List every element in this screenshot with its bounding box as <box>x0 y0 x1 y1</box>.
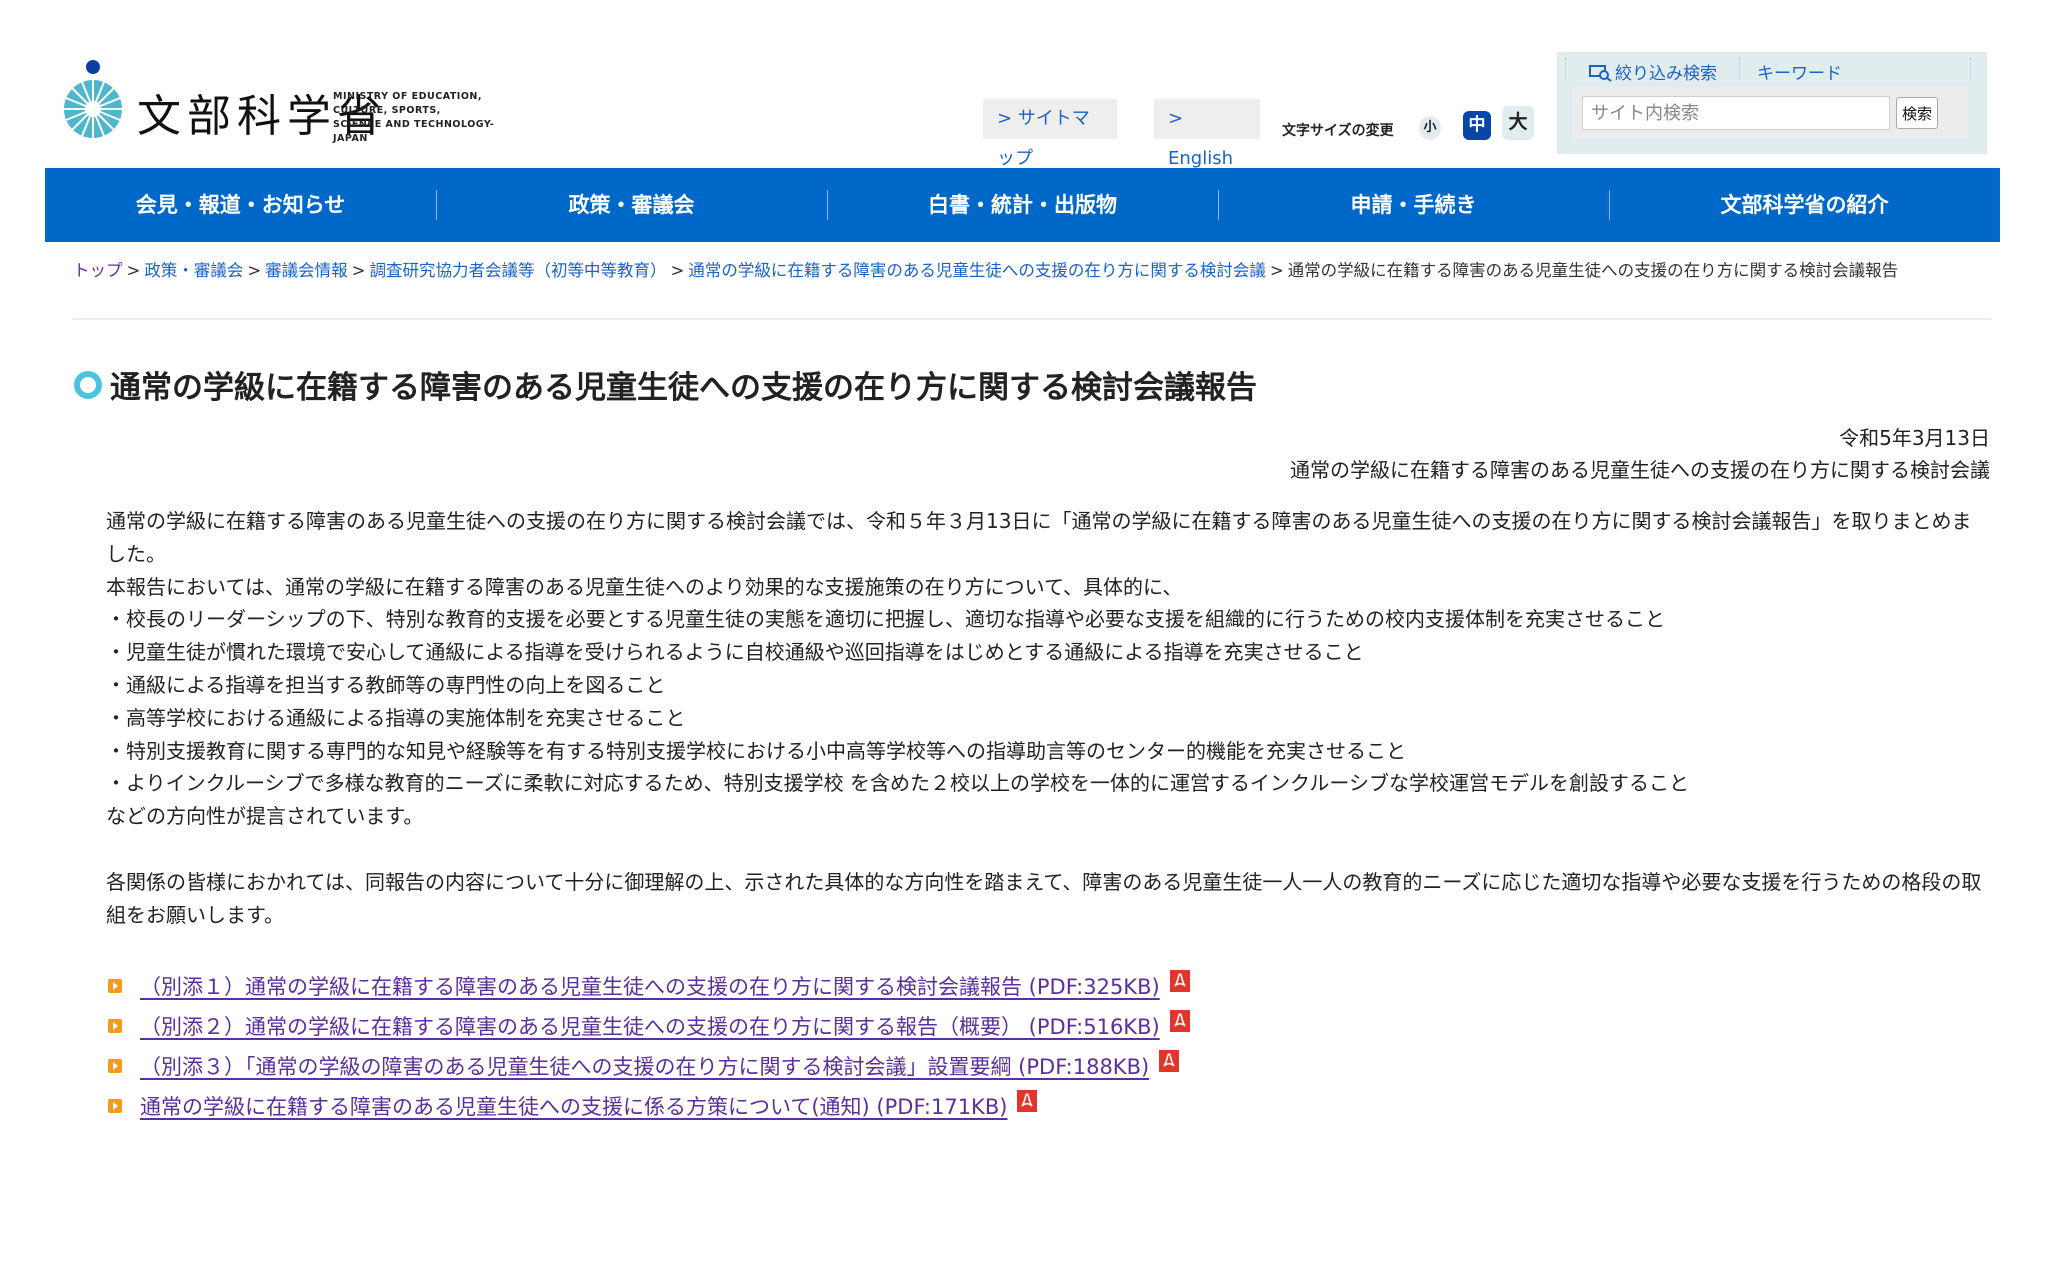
filter-search-icon <box>1589 65 1612 82</box>
logo-emblem-icon <box>64 60 122 138</box>
paragraph: 本報告においては、通常の学級に在籍する障害のある児童生徒へのより効果的な支援施策… <box>106 574 1183 599</box>
bullet-item: ・特別支援教育に関する専門的な知見や経験等を有する特別支援学校における小中高等学… <box>106 738 1406 763</box>
sitemap-button[interactable]: > サイトマップ <box>983 99 1117 169</box>
font-size-large-button[interactable]: 大 <box>1502 106 1534 140</box>
attachment-link-2[interactable]: （別添２）通常の学級に在籍する障害のある児童生徒への支援の在り方に関する報告（概… <box>140 1011 1160 1041</box>
breadcrumb-link-research-meetings[interactable]: 調査研究協力者会議等（初等中等教育） <box>369 261 666 280</box>
nav-item-policy[interactable]: 政策・審議会 <box>436 190 827 220</box>
bullet-item: ・児童生徒が慣れた環境で安心して通級による指導を受けられるように自校通級や巡回指… <box>106 640 1364 665</box>
logo-english-line: MINISTRY OF EDUCATION, <box>333 91 482 102</box>
arrow-bullet-icon <box>108 1059 122 1073</box>
breadcrumb-separator: > <box>247 261 262 280</box>
bullet-item: ・校長のリーダーシップの下、特別な教育的支援を必要とする児童生徒の実態を適切に把… <box>106 607 1665 632</box>
nav-item-applications[interactable]: 申請・手続き <box>1218 190 1609 220</box>
breadcrumb-link-review-council[interactable]: 通常の学級に在籍する障害のある児童生徒への支援の在り方に関する検討会議 <box>688 261 1266 280</box>
english-button[interactable]: > English <box>1154 99 1260 169</box>
breadcrumb-current: 通常の学級に在籍する障害のある児童生徒への支援の在り方に関する検討会議報告 <box>1287 261 1899 280</box>
arrow-bullet-icon <box>108 979 122 993</box>
publish-date: 令和5年3月13日 <box>1839 426 1990 450</box>
search-tabs: 絞り込み検索 キーワード <box>1557 52 1987 88</box>
breadcrumb-link-top[interactable]: トップ <box>73 261 123 280</box>
paragraph: などの方向性が提言されています。 <box>106 804 424 829</box>
logo-english-line: SCIENCE AND TECHNOLOGY-JAPAN <box>333 119 495 144</box>
attachment-list: （別添１）通常の学級に在籍する障害のある児童生徒への支援の在り方に関する検討会議… <box>108 966 1508 1126</box>
tab-filter-search[interactable]: 絞り込み検索 <box>1615 59 1717 84</box>
attachment-link-3[interactable]: （別添３）「通常の学級の障害のある児童生徒への支援の在り方に関する検討会議」設置… <box>140 1051 1149 1081</box>
breadcrumb-separator: > <box>1269 261 1284 280</box>
tab-keyword[interactable]: キーワード <box>1757 59 1842 84</box>
attachment-link-1[interactable]: （別添１）通常の学級に在籍する障害のある児童生徒への支援の在り方に関する検討会議… <box>140 971 1160 1001</box>
nav-item-publications[interactable]: 白書・統計・出版物 <box>827 190 1218 220</box>
page-title-text: 通常の学級に在籍する障害のある児童生徒への支援の在り方に関する検討会議報告 <box>110 370 1257 406</box>
bullet-item: ・よりインクルーシブで多様な教育的ニーズに柔軟に対応するため、特別支援学校 を含… <box>106 771 1689 796</box>
ministry-logo[interactable]: 文部科学省 MINISTRY OF EDUCATION, CULTURE, SP… <box>63 58 523 144</box>
organization-name: 通常の学級に在籍する障害のある児童生徒への支援の在り方に関する検討会議 <box>1290 458 1990 482</box>
closing-paragraph: 各関係の皆様におかれては、同報告の内容について十分に御理解の上、示された具体的な… <box>106 869 1982 927</box>
divider <box>1970 58 1971 80</box>
attachment-item: 通常の学級に在籍する障害のある児童生徒への支援に係る方策について(通知) (PD… <box>108 1086 1508 1126</box>
font-size-label: 文字サイズの変更 <box>1282 123 1394 139</box>
page-title: 通常の学級に在籍する障害のある児童生徒への支援の在り方に関する検討会議報告 <box>74 362 1257 407</box>
attachment-item: （別添３）「通常の学級の障害のある児童生徒への支援の在り方に関する検討会議」設置… <box>108 1046 1508 1086</box>
arrow-bullet-icon <box>108 1099 122 1113</box>
attachment-item: （別添２）通常の学級に在籍する障害のある児童生徒への支援の在り方に関する報告（概… <box>108 1006 1508 1046</box>
body-text: 通常の学級に在籍する障害のある児童生徒への支援の在り方に関する検討会議では、令和… <box>106 505 1986 931</box>
breadcrumb-separator: > <box>126 261 141 280</box>
search-panel: 絞り込み検索 キーワード 検索 <box>1557 52 1987 154</box>
divider <box>1739 58 1740 80</box>
attachment-item: （別添１）通常の学級に在籍する障害のある児童生徒への支援の在り方に関する検討会議… <box>108 966 1508 1006</box>
logo-english-text: MINISTRY OF EDUCATION, CULTURE, SPORTS, … <box>333 90 523 146</box>
logo-english-line: CULTURE, SPORTS, <box>333 105 441 116</box>
pdf-icon <box>1169 1010 1190 1032</box>
breadcrumb-separator: > <box>670 261 685 280</box>
pdf-icon <box>1017 1090 1038 1112</box>
bullet-item: ・通級による指導を担当する教師等の専門性の向上を図ること <box>106 672 666 697</box>
pdf-icon <box>1169 970 1190 992</box>
breadcrumb-separator: > <box>351 261 366 280</box>
breadcrumb-link-policy[interactable]: 政策・審議会 <box>144 261 243 280</box>
arrow-bullet-icon <box>108 1019 122 1033</box>
divider <box>1565 58 1566 80</box>
paragraph: 通常の学級に在籍する障害のある児童生徒への支援の在り方に関する検討会議では、令和… <box>106 509 1972 566</box>
breadcrumb-divider <box>73 318 1991 320</box>
pdf-icon <box>1159 1050 1180 1072</box>
search-form: 検索 <box>1572 87 1967 139</box>
breadcrumb-link-council-info[interactable]: 審議会情報 <box>265 261 348 280</box>
nav-item-about[interactable]: 文部科学省の紹介 <box>1609 190 2000 220</box>
bullet-item: ・高等学校における通級による指導の実施体制を充実させること <box>106 705 686 730</box>
search-button[interactable]: 検索 <box>1896 97 1938 129</box>
global-nav: 会見・報道・お知らせ 政策・審議会 白書・統計・出版物 申請・手続き 文部科学省… <box>45 168 2000 242</box>
breadcrumb: トップ > 政策・審議会 > 審議会情報 > 調査研究協力者会議等（初等中等教育） > 通常の学… <box>73 258 1993 283</box>
title-bullet-icon <box>74 370 102 399</box>
font-size-medium-button[interactable]: 中 <box>1463 111 1491 140</box>
search-input[interactable] <box>1582 96 1890 130</box>
nav-item-press[interactable]: 会見・報道・お知らせ <box>45 190 436 220</box>
font-size-small-button[interactable]: 小 <box>1419 116 1441 140</box>
attachment-link-4[interactable]: 通常の学級に在籍する障害のある児童生徒への支援に係る方策について(通知) (PD… <box>140 1091 1007 1121</box>
